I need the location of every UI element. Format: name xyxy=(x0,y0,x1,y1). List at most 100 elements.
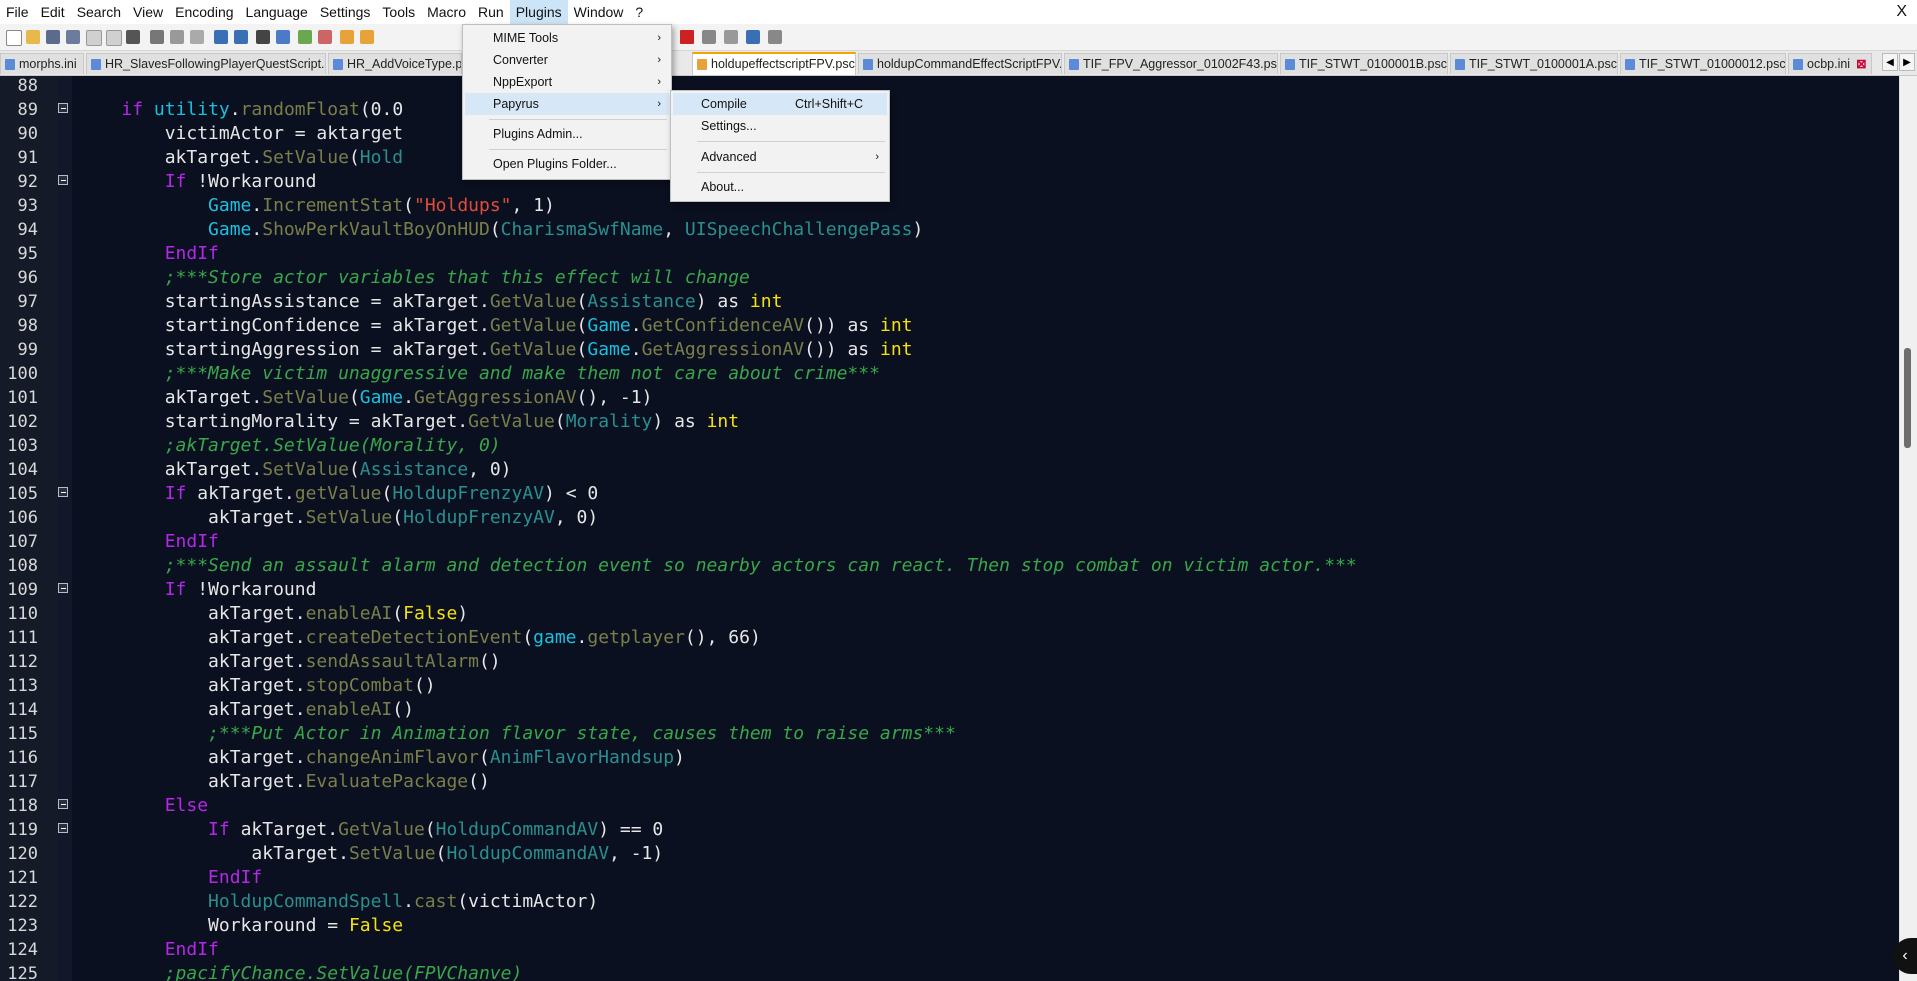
code-line[interactable]: 105 If akTarget.getValue(HoldupFrenzyAV)… xyxy=(0,482,1900,506)
cut-icon[interactable] xyxy=(150,30,164,44)
menu-search[interactable]: Search xyxy=(71,0,127,24)
menu-macro[interactable]: Macro xyxy=(421,0,472,24)
tab-tif-stwt-12[interactable]: TIF_STWT_01000012.psc⊠ xyxy=(1620,53,1786,74)
code-line[interactable]: 93 Game.IncrementStat("Holdups", 1) xyxy=(0,194,1900,218)
save-macro-icon[interactable] xyxy=(768,30,782,44)
tab-hr-add-voice-type[interactable]: HR_AddVoiceType.psc xyxy=(328,53,462,74)
tab-tif-fpv-aggressor[interactable]: TIF_FPV_Aggressor_01002F43.psc⊠ xyxy=(1064,53,1278,74)
code-line[interactable]: 110 akTarget.enableAI(False) xyxy=(0,602,1900,626)
tab-tif-stwt-1b[interactable]: TIF_STWT_0100001B.psc⊠ xyxy=(1280,53,1448,74)
code-line[interactable]: 102 startingMorality = akTarget.GetValue… xyxy=(0,410,1900,434)
code-line[interactable]: 124 EndIf xyxy=(0,938,1900,962)
menu-run[interactable]: Run xyxy=(472,0,510,24)
stop-recording-icon[interactable] xyxy=(702,30,716,44)
code-line[interactable]: 111 akTarget.createDetectionEvent(game.g… xyxy=(0,626,1900,650)
zoom-in-icon[interactable] xyxy=(298,30,312,44)
code-line[interactable]: 98 startingConfidence = akTarget.GetValu… xyxy=(0,314,1900,338)
new-file-icon[interactable] xyxy=(6,30,22,46)
playback-macro-icon[interactable] xyxy=(724,30,738,44)
close-icon[interactable]: X xyxy=(1896,0,1907,24)
code-editor[interactable]: 88 89 if utility.randomFloat(0.0 90 victim… xyxy=(0,76,1900,981)
code-line[interactable]: 101 akTarget.SetValue(Game.GetAggression… xyxy=(0,386,1900,410)
code-line[interactable]: 97 startingAssistance = akTarget.GetValu… xyxy=(0,290,1900,314)
menu-encoding[interactable]: Encoding xyxy=(169,0,239,24)
code-line[interactable]: 100 ;***Make victim unaggressive and mak… xyxy=(0,362,1900,386)
menu-edit[interactable]: Edit xyxy=(35,0,71,24)
code-line[interactable]: 90 victimActor = aktarget xyxy=(0,122,1900,146)
menu-window[interactable]: Window xyxy=(568,0,630,24)
code-line[interactable]: 120 akTarget.SetValue(HoldupCommandAV, -… xyxy=(0,842,1900,866)
print-icon[interactable] xyxy=(126,30,140,44)
menu-plugins[interactable]: Plugins xyxy=(509,0,568,24)
tab-hr-slaves-following[interactable]: HR_SlavesFollowingPlayerQuestScript.psc⊠ xyxy=(86,53,326,74)
tab-ocbp-ini[interactable]: ocbp.ini ⊠ xyxy=(1788,53,1872,74)
code-line[interactable]: 114 akTarget.enableAI() xyxy=(0,698,1900,722)
code-line[interactable]: 108 ;***Send an assault alarm and detect… xyxy=(0,554,1900,578)
word-wrap-icon[interactable] xyxy=(360,30,374,44)
code-line[interactable]: 122 HoldupCommandSpell.cast(victimActor) xyxy=(0,890,1900,914)
close-file-icon[interactable] xyxy=(86,30,102,46)
menu-item-nppexport[interactable]: NppExport › xyxy=(465,71,669,93)
tab-holdup-effect-script[interactable]: holdupeffectscriptFPV.psc⊠ xyxy=(692,52,856,75)
close-tab-icon[interactable]: ⊠ xyxy=(1856,57,1866,71)
code-line[interactable]: 107 EndIf xyxy=(0,530,1900,554)
menu-settings[interactable]: Settings xyxy=(314,0,377,24)
find-icon[interactable] xyxy=(256,30,270,44)
menu-item-open-plugins-folder[interactable]: Open Plugins Folder... xyxy=(465,153,669,175)
code-line[interactable]: 125 ;pacifyChance.SetValue(FPVChanve) xyxy=(0,962,1900,981)
fold-toggle-icon[interactable] xyxy=(58,799,68,809)
code-line[interactable]: 104 akTarget.SetValue(Assistance, 0) xyxy=(0,458,1900,482)
fold-toggle-icon[interactable] xyxy=(58,583,68,593)
undo-icon[interactable] xyxy=(214,30,228,44)
menu-item-compile[interactable]: Compile Ctrl+Shift+C xyxy=(673,93,887,115)
open-file-icon[interactable] xyxy=(26,30,40,44)
menu-item-papyrus[interactable]: Papyrus › xyxy=(465,93,669,115)
code-line[interactable]: 116 akTarget.changeAnimFlavor(AnimFlavor… xyxy=(0,746,1900,770)
paste-icon[interactable] xyxy=(190,30,204,44)
code-line[interactable]: 109 If !Workaround xyxy=(0,578,1900,602)
code-line[interactable]: 92 If !Workaround xyxy=(0,170,1900,194)
close-all-icon[interactable] xyxy=(106,30,122,46)
record-macro-icon[interactable] xyxy=(680,30,694,44)
code-line[interactable]: 94 Game.ShowPerkVaultBoyOnHUD(CharismaSw… xyxy=(0,218,1900,242)
code-line[interactable]: 113 akTarget.stopCombat() xyxy=(0,674,1900,698)
menu-item-mime-tools[interactable]: MIME Tools › xyxy=(465,27,669,49)
menu-item-about[interactable]: About... xyxy=(673,176,887,198)
tab-tif-stwt-1a[interactable]: TIF_STWT_0100001A.psc⊠ xyxy=(1450,53,1618,74)
tab-scroll-right-icon[interactable]: ▶ xyxy=(1899,53,1915,71)
scrollbar-thumb[interactable] xyxy=(1904,348,1911,448)
code-line[interactable]: 95 EndIf xyxy=(0,242,1900,266)
fold-toggle-icon[interactable] xyxy=(58,175,68,185)
fold-toggle-icon[interactable] xyxy=(58,103,68,113)
menu-item-converter[interactable]: Converter › xyxy=(465,49,669,71)
code-line[interactable]: 99 startingAggression = akTarget.GetValu… xyxy=(0,338,1900,362)
copy-icon[interactable] xyxy=(170,30,184,44)
menu-file[interactable]: File xyxy=(0,0,35,24)
code-line[interactable]: 103 ;akTarget.SetValue(Morality, 0) xyxy=(0,434,1900,458)
fold-toggle-icon[interactable] xyxy=(58,487,68,497)
sync-scroll-icon[interactable] xyxy=(340,30,354,44)
code-line[interactable]: 123 Workaround = False xyxy=(0,914,1900,938)
save-all-icon[interactable] xyxy=(66,30,80,44)
menu-item-plugins-admin[interactable]: Plugins Admin... xyxy=(465,123,669,145)
menu-item-settings[interactable]: Settings... xyxy=(673,115,887,137)
tab-morphs-ini[interactable]: morphs.ini⊠ xyxy=(0,53,84,74)
menu-tools[interactable]: Tools xyxy=(376,0,421,24)
redo-icon[interactable] xyxy=(234,30,248,44)
code-line[interactable]: 115 ;***Put Actor in Animation flavor st… xyxy=(0,722,1900,746)
menu-item-advanced[interactable]: Advanced › xyxy=(673,146,887,168)
code-line[interactable]: 91 akTarget.SetValue(Hold xyxy=(0,146,1900,170)
code-line[interactable]: 88 xyxy=(0,76,1900,98)
code-line[interactable]: 121 EndIf xyxy=(0,866,1900,890)
replace-icon[interactable] xyxy=(276,30,290,44)
run-macro-multiple-icon[interactable] xyxy=(746,30,760,44)
close-tab-icon[interactable]: ⊠ xyxy=(83,57,84,71)
menu-language[interactable]: Language xyxy=(240,0,314,24)
save-icon[interactable] xyxy=(46,30,60,44)
tab-scroll-left-icon[interactable]: ◀ xyxy=(1882,53,1898,71)
menu-view[interactable]: View xyxy=(127,0,169,24)
tab-holdup-command-effect[interactable]: holdupCommandEffectScriptFPV.psc⊠ xyxy=(858,53,1062,74)
code-line[interactable]: 117 akTarget.EvaluatePackage() xyxy=(0,770,1900,794)
code-line[interactable]: 106 akTarget.SetValue(HoldupFrenzyAV, 0) xyxy=(0,506,1900,530)
code-line[interactable]: 112 akTarget.sendAssaultAlarm() xyxy=(0,650,1900,674)
